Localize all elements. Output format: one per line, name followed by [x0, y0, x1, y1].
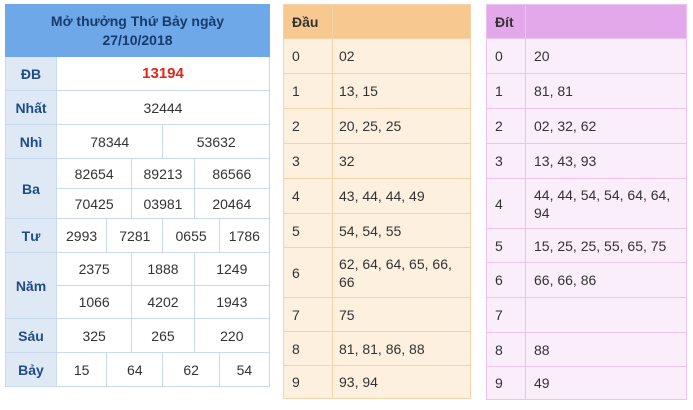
- dau-key: 9: [283, 365, 333, 399]
- dau-table: Đầu 0 02 1 13, 15 2 20, 25, 25 3 32 4 43, 44,…: [283, 4, 471, 399]
- dit-key: 9: [486, 366, 526, 400]
- prize-tu-value: 2993: [55, 218, 108, 253]
- dit-header: Đít: [486, 4, 526, 39]
- dit-key: 8: [486, 332, 526, 367]
- prize-label-nhat: Nhất: [5, 90, 57, 125]
- prize-nam-value: 1249: [193, 252, 271, 286]
- prize-ba-value: 70425: [55, 188, 133, 219]
- prize-db-value: 13194: [56, 56, 270, 91]
- results-title-date: 27/10/2018: [102, 31, 173, 48]
- prize-bay-value: 15: [55, 352, 108, 387]
- prize-tu-value: 7281: [106, 218, 164, 253]
- dit-values: [525, 297, 687, 333]
- dit-values: 20: [525, 38, 687, 74]
- dit-key: 6: [486, 262, 526, 298]
- prize-ba-value: 89213: [131, 158, 195, 189]
- prize-tu-value: 1786: [218, 218, 271, 253]
- prize-ba-value: 20464: [193, 188, 271, 219]
- prize-sau-value: 265: [131, 318, 195, 353]
- dit-key: 4: [486, 178, 526, 229]
- prize-nam-value: 1943: [193, 285, 271, 319]
- dit-values: 44, 44, 54, 54, 64, 64, 94: [525, 178, 687, 229]
- dau-header-blank: [332, 4, 471, 39]
- prize-sau-value: 220: [193, 318, 271, 353]
- prize-label-sau: Sáu: [5, 318, 57, 353]
- prize-ba-value: 03981: [131, 188, 195, 219]
- results-title: Mở thưởng Thứ Bảy ngày 27/10/2018: [5, 4, 270, 57]
- dit-key: 7: [486, 297, 526, 333]
- dau-key: 6: [283, 247, 333, 298]
- prize-sau-value: 325: [55, 318, 133, 353]
- dau-key: 8: [283, 331, 333, 366]
- dau-key: 3: [283, 143, 333, 179]
- dau-values: 93, 94: [332, 365, 471, 399]
- prize-ba-value: 86566: [193, 158, 271, 189]
- prize-ba-value: 82654: [55, 158, 133, 189]
- dit-key: 3: [486, 143, 526, 179]
- prize-label-nhi: Nhì: [5, 124, 57, 159]
- dau-key: 7: [283, 297, 333, 332]
- prize-bay-value: 62: [162, 352, 220, 387]
- prize-label-bay: Bảy: [5, 352, 57, 387]
- prize-nam-value: 1888: [131, 252, 195, 286]
- dau-key: 2: [283, 108, 333, 144]
- dit-key: 2: [486, 108, 526, 144]
- dau-values: 62, 64, 64, 65, 66, 66: [332, 247, 471, 298]
- prize-nam-value: 1066: [55, 285, 133, 319]
- prize-label-ba: Ba: [5, 158, 57, 219]
- prize-nhi-value: 53632: [162, 124, 270, 159]
- dit-key: 1: [486, 73, 526, 109]
- prize-nhat-value: 32444: [56, 90, 270, 125]
- results-title-line1: Mở thưởng Thứ Bảy ngày: [50, 12, 225, 29]
- dit-values: 81, 81: [525, 73, 687, 109]
- prize-label-nam: Năm: [5, 252, 57, 319]
- dit-values: 02, 32, 62: [525, 108, 687, 144]
- dit-key: 0: [486, 38, 526, 74]
- prize-nam-value: 2375: [55, 252, 133, 286]
- dau-values: 13, 15: [332, 73, 471, 109]
- prize-bay-value: 54: [218, 352, 271, 387]
- results-table: Mở thưởng Thứ Bảy ngày 27/10/2018 ĐB 131…: [5, 4, 271, 387]
- dau-values: 20, 25, 25: [332, 108, 471, 144]
- dau-key: 4: [283, 178, 333, 214]
- dau-key: 0: [283, 38, 333, 74]
- dau-values: 54, 54, 55: [332, 213, 471, 248]
- dit-values: 88: [525, 332, 687, 367]
- prize-nam-value: 4202: [131, 285, 195, 319]
- dit-header-blank: [525, 4, 687, 39]
- prize-tu-value: 0655: [162, 218, 220, 253]
- dit-values: 49: [525, 366, 687, 400]
- dau-key: 1: [283, 73, 333, 109]
- dit-values: 15, 25, 25, 55, 65, 75: [525, 228, 687, 263]
- dau-values: 02: [332, 38, 471, 74]
- prize-nhi-value: 78344: [55, 124, 164, 159]
- dit-values: 13, 43, 93: [525, 143, 687, 179]
- dau-header: Đầu: [283, 4, 333, 39]
- prize-label-db: ĐB: [5, 56, 57, 91]
- dau-values: 81, 81, 86, 88: [332, 331, 471, 366]
- dau-values: 75: [332, 297, 471, 332]
- dit-key: 5: [486, 228, 526, 263]
- dau-values: 32: [332, 143, 471, 179]
- prize-bay-value: 64: [106, 352, 164, 387]
- prize-label-tu: Tư: [5, 218, 57, 253]
- dit-values: 66, 66, 86: [525, 262, 687, 298]
- dau-key: 5: [283, 213, 333, 248]
- dit-table: Đít 0 20 1 81, 81 2 02, 32, 62 3 13, 43, 93 …: [486, 4, 687, 400]
- dau-values: 43, 44, 44, 49: [332, 178, 471, 214]
